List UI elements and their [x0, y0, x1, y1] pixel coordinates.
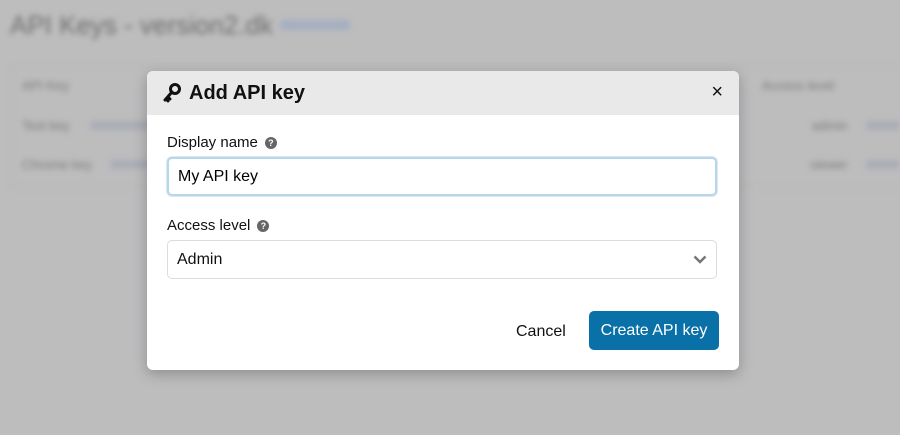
dialog-title: Add API key — [189, 81, 305, 104]
page-title: API Keys - version2.dk — [10, 10, 273, 40]
close-icon[interactable]: × — [711, 82, 723, 102]
access-level-label-text: Access level — [167, 217, 251, 234]
access-level-label: Access level ? — [167, 217, 270, 234]
row-date — [866, 160, 900, 169]
column-header-api-key: API Key — [22, 78, 69, 93]
display-name-input[interactable] — [167, 157, 717, 196]
row-name: Test key — [22, 118, 70, 133]
help-icon[interactable]: ? — [257, 219, 270, 232]
page-link — [280, 20, 350, 30]
row-key-value — [90, 121, 150, 130]
row-access: viewer — [810, 157, 848, 172]
dialog-header: Add API key × — [147, 71, 739, 115]
row-access: admin — [812, 118, 848, 133]
row-date — [866, 121, 900, 130]
cancel-button[interactable]: Cancel — [516, 323, 566, 341]
column-header-access-level: Access level — [762, 78, 835, 93]
access-level-value: Admin — [177, 250, 223, 268]
help-icon[interactable]: ? — [264, 136, 277, 149]
key-icon — [163, 83, 181, 103]
add-api-key-dialog: Add API key × Display name ? Access leve… — [147, 71, 739, 370]
display-name-label-text: Display name — [167, 134, 258, 151]
row-name: Chrome key — [22, 157, 93, 172]
access-level-select[interactable]: Admin — [167, 240, 717, 279]
chevron-down-icon — [693, 255, 707, 264]
row-key-value — [110, 160, 150, 169]
create-api-key-button[interactable]: Create API key — [589, 311, 719, 350]
display-name-label: Display name ? — [167, 134, 277, 151]
